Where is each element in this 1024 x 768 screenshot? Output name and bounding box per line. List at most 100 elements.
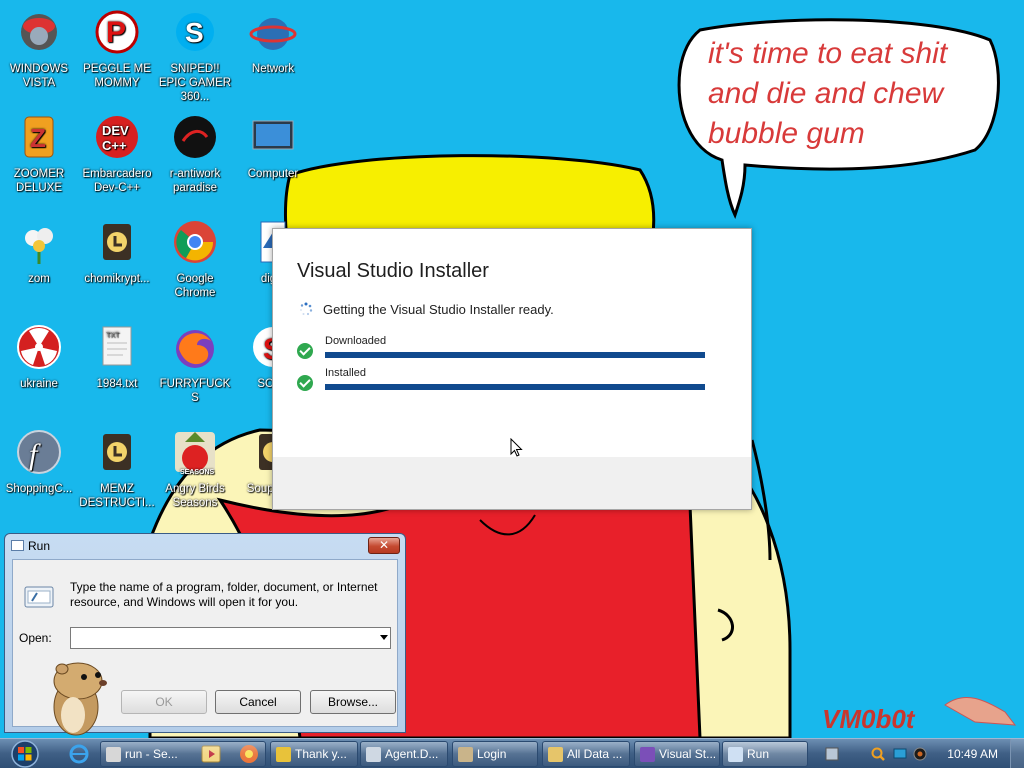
desktop-icon-memz[interactable]: MEMZ DESTRUCTI... — [78, 428, 156, 510]
desktop-icon-network[interactable]: Network — [234, 8, 312, 76]
desktop-icon-windows-vista[interactable]: WINDOWS VISTA — [0, 8, 78, 90]
desktop-icon-r-antiwork[interactable]: r-antiwork paradise — [156, 113, 234, 195]
task-label: All Data ... — [567, 747, 623, 761]
taskbar: run - Se... Thank y... Agent.D... Login All … — [0, 738, 1024, 768]
show-desktop-button[interactable] — [1010, 739, 1024, 768]
task-app-icon — [366, 747, 381, 762]
desktop-icon-furryfucks[interactable]: FURRYFUCKS — [156, 323, 234, 405]
open-input[interactable] — [71, 628, 366, 648]
desktop-icon-label: chomikrypt... — [84, 273, 150, 285]
run-description: Type the name of a program, folder, docu… — [70, 580, 378, 609]
task-app-icon — [728, 747, 743, 762]
desktop-icon-zoomer[interactable]: Z ZOOMER DELUXE — [0, 113, 78, 195]
desktop-icon-ukraine[interactable]: ukraine — [0, 323, 78, 391]
search-icon[interactable] — [870, 746, 886, 762]
speech-bubble-line-2: and die and chew — [708, 77, 946, 110]
desktop-icon-label: WINDOWS VISTA — [9, 63, 69, 89]
vs-installer-footer — [273, 457, 751, 509]
computer-icon — [252, 120, 294, 150]
memz-icon — [103, 434, 131, 470]
svg-text:C++: C++ — [102, 138, 127, 153]
windows-vista-icon — [21, 14, 57, 50]
hamster-desktop-pet — [53, 662, 107, 736]
ukraine-icon — [17, 325, 61, 369]
desktop-icon-sniped[interactable]: S SNIPED!! EPIC GAMER 360... — [156, 8, 234, 104]
network-icon[interactable] — [892, 746, 908, 762]
open-label: Open: — [19, 631, 52, 645]
speech-bubble-line-1: it's time to eat shit — [708, 37, 949, 70]
vs-installer-title: Visual Studio Installer — [297, 260, 489, 282]
desktop-icon-label: PEGGLE ME MOMMY — [83, 63, 151, 89]
desktop-icon-label: FURRYFUCKS — [159, 378, 231, 404]
run-titlebar[interactable]: Run ✕ — [5, 534, 405, 558]
task-label: Run — [747, 747, 770, 761]
r-antiwork-icon — [174, 116, 216, 158]
taskbar-task-button[interactable]: Agent.D... — [360, 741, 448, 767]
desktop-icon-label: ZOOMER DELUXE — [13, 168, 65, 194]
task-app-icon — [640, 747, 655, 762]
ok-button[interactable]: OK — [121, 690, 207, 714]
svg-text:S: S — [185, 17, 204, 48]
desktop-icon-label: ukraine — [20, 378, 58, 390]
volume-icon[interactable] — [912, 746, 928, 762]
browse-button[interactable]: Browse... — [310, 690, 396, 714]
desktop-icon-label: Angry Birds Seasons — [165, 483, 225, 509]
start-button[interactable] — [6, 739, 44, 768]
task-label: Thank y... — [295, 747, 347, 761]
desktop-icon-text-file[interactable]: TXT 1984.txt — [78, 323, 156, 391]
visual-studio-installer-window[interactable]: Visual Studio Installer Getting the Visu… — [272, 228, 752, 510]
tray-app-icon[interactable] — [824, 746, 840, 762]
desktop-icon-zom[interactable]: zom — [0, 218, 78, 286]
progress-bar — [325, 384, 705, 390]
text-file-icon: TXT — [102, 326, 132, 366]
close-button[interactable]: ✕ — [368, 537, 400, 554]
step-label: Installed — [325, 367, 366, 379]
loading-spinner-icon — [300, 302, 313, 316]
desktop-icon-label: Network — [251, 63, 295, 75]
shopping-icon: f — [17, 430, 61, 474]
taskbar-task-button[interactable]: run - Se... — [100, 741, 266, 767]
taskbar-task-button[interactable]: Run — [722, 741, 808, 767]
taskbar-task-button[interactable]: Visual St... — [634, 741, 720, 767]
desktop-icon-chrome[interactable]: Google Chrome — [156, 218, 234, 300]
desktop-icon-label: ShoppingC... — [5, 483, 73, 495]
desktop-icon-devcpp[interactable]: DEV C++ Embarcadero Dev-C++ — [78, 113, 156, 195]
internet-explorer-icon[interactable] — [68, 743, 90, 765]
clock[interactable]: 10:49 AM — [947, 747, 998, 761]
chrome-icon — [174, 221, 216, 263]
run-title: Run — [28, 539, 51, 553]
desktop-icon-peggle[interactable]: P PEGGLE ME MOMMY — [78, 8, 156, 90]
task-label: Visual St... — [659, 747, 717, 761]
open-combobox[interactable] — [70, 627, 391, 649]
desktop-icon-angry-birds[interactable]: SEASONS Angry Birds Seasons — [156, 428, 234, 510]
task-label: Login — [477, 747, 507, 761]
taskbar-task-button[interactable]: Thank y... — [270, 741, 358, 767]
run-app-icon — [11, 540, 24, 551]
svg-text:TXT: TXT — [106, 332, 120, 339]
step-downloaded: Downloaded — [297, 335, 717, 365]
zoomer-icon: Z — [24, 116, 54, 158]
angry-birds-icon: SEASONS — [175, 432, 215, 476]
desktop-icon-label: MEMZ DESTRUCTI... — [79, 483, 155, 509]
svg-text:DEV: DEV — [102, 123, 129, 138]
cancel-button[interactable]: Cancel — [215, 690, 301, 714]
task-label: Agent.D... — [385, 747, 439, 761]
svg-text:SEASONS: SEASONS — [180, 469, 215, 476]
task-app-icon — [548, 747, 563, 762]
task-app-icon — [276, 747, 291, 762]
svg-text:Z: Z — [30, 123, 46, 153]
taskbar-task-button[interactable]: Login — [452, 741, 538, 767]
desktop-icon-shopping[interactable]: f ShoppingC... — [0, 428, 78, 496]
sniped-icon: S — [176, 13, 214, 51]
task-app-icon — [458, 747, 473, 762]
devcpp-icon: DEVC++ — [96, 116, 138, 158]
desktop-icon-chomikrypt[interactable]: chomikrypt... — [78, 218, 156, 286]
taskbar-task-button[interactable]: All Data ... — [542, 741, 630, 767]
speech-bubble-line-3: bubble gum — [708, 117, 865, 150]
desktop-icon-label: 1984.txt — [96, 378, 138, 390]
step-installed: Installed — [297, 367, 717, 397]
step-label: Downloaded — [325, 335, 387, 347]
desktop-icon-computer[interactable]: Computer — [234, 113, 312, 181]
task-label: run - Se... — [125, 747, 178, 761]
chevron-down-icon[interactable] — [380, 635, 388, 640]
